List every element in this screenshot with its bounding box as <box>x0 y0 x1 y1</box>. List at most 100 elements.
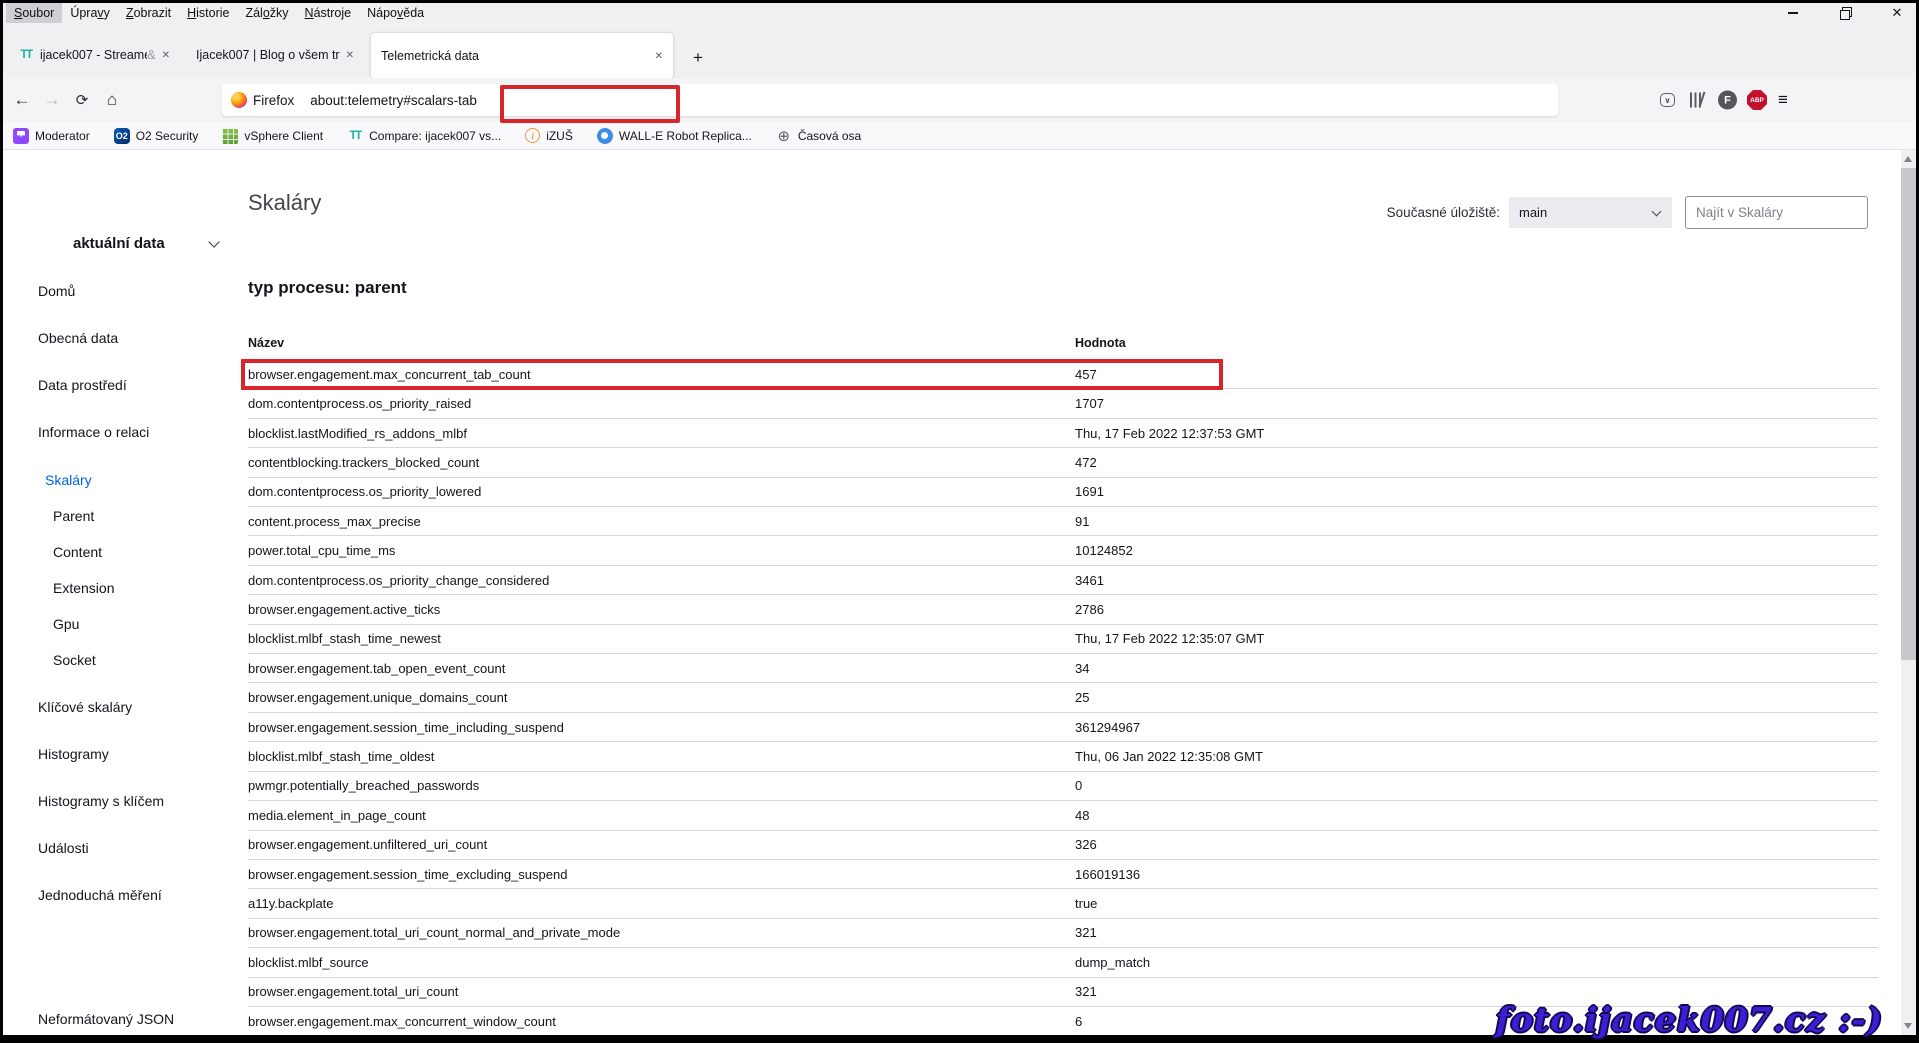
sidebar-item[interactable]: Neformátovaný JSON <box>0 1010 248 1028</box>
table-row: blocklist.mlbf_stash_time_oldest Thu, 06… <box>248 742 1878 771</box>
sidebar-item[interactable]: Extension <box>0 579 248 597</box>
search-input[interactable] <box>1685 196 1868 229</box>
sidebar-item[interactable]: Gpu <box>0 615 248 633</box>
menu-item[interactable]: Soubor <box>6 3 62 23</box>
table-row: blocklist.lastModified_rs_addons_mlbf Th… <box>248 419 1878 448</box>
scalar-name: dom.contentprocess.os_priority_lowered <box>248 484 1075 499</box>
scalar-value: 361294967 <box>1075 720 1878 735</box>
bookmark-item[interactable]: WALL-E Robot Replica... <box>597 128 752 144</box>
sidebar-item[interactable]: Parent <box>0 507 248 525</box>
back-icon[interactable]: ← <box>8 86 36 114</box>
hamburger-menu-icon[interactable]: ≡ <box>1778 90 1788 110</box>
scalar-value: 326 <box>1075 837 1878 852</box>
menu-bar: Soubor Úpravy Zobrazit Historie Záložky … <box>0 0 1919 26</box>
tab-label-truncated: & <box>147 48 155 62</box>
tt-icon: TT <box>347 128 363 144</box>
firefox-brand-chip: Firefox <box>231 92 294 108</box>
scalar-name: power.total_cpu_time_ms <box>248 543 1075 558</box>
globe-icon: ⊕ <box>776 128 792 144</box>
table-row: a11y.backplate true <box>248 889 1878 918</box>
table-row: browser.engagement.unfiltered_uri_count … <box>248 831 1878 860</box>
menu-item[interactable]: Úpravy <box>62 3 118 23</box>
info-icon: i <box>525 128 540 143</box>
sidebar-item[interactable]: Domů <box>0 282 248 300</box>
scalar-name: browser.engagement.tab_open_event_count <box>248 661 1075 676</box>
vertical-scrollbar[interactable] <box>1901 150 1916 1035</box>
frame-border <box>0 0 3 1043</box>
close-icon[interactable]: ✕ <box>1885 3 1909 23</box>
tab-close-icon[interactable]: ✕ <box>346 50 354 61</box>
tab-label: Telemetrická data <box>381 49 649 63</box>
menu-item[interactable]: Historie <box>179 3 237 23</box>
sidebar-item[interactable]: Histogramy <box>0 745 248 763</box>
scroll-down-icon[interactable] <box>1904 1023 1912 1029</box>
table-row: browser.engagement.unique_domains_count … <box>248 683 1878 712</box>
table-row: blocklist.mlbf_source dump_match <box>248 948 1878 977</box>
sidebar-item[interactable]: Obecná data <box>0 329 248 347</box>
sidebar-item[interactable]: Události <box>0 839 248 857</box>
scroll-up-icon[interactable] <box>1904 156 1912 162</box>
adblock-plus-icon[interactable]: ABP <box>1747 90 1767 110</box>
o2-icon: O2 <box>114 128 130 144</box>
menu-item[interactable]: Zobrazit <box>118 3 179 23</box>
sidebar-item[interactable]: Data prostředí <box>0 376 248 394</box>
forward-icon[interactable]: → <box>38 86 66 114</box>
minimize-icon[interactable] <box>1781 3 1805 23</box>
table-row: dom.contentprocess.os_priority_change_co… <box>248 566 1878 595</box>
frame-border <box>0 0 1919 3</box>
menu-item[interactable]: Nápověda <box>359 3 432 23</box>
library-icon[interactable] <box>1690 93 1703 108</box>
new-tab-button[interactable]: + <box>686 46 710 70</box>
scalar-value: 25 <box>1075 690 1878 705</box>
tab-telemetry-active[interactable]: Telemetrická data ✕ <box>370 32 674 80</box>
scalar-name: browser.engagement.session_time_excludin… <box>248 867 1075 882</box>
bookmark-label: vSphere Client <box>244 129 323 143</box>
reload-icon[interactable]: ⟳ <box>68 86 96 114</box>
tab-close-icon[interactable]: ✕ <box>655 51 663 62</box>
column-header-name: Název <box>248 336 1075 350</box>
tab-label: Ijacek007 | Blog o všem trochu jinak. <box>196 48 340 62</box>
sidebar-item[interactable]: Content <box>0 543 248 561</box>
url-text[interactable]: about:telemetry#scalars-tab <box>310 93 477 108</box>
pocket-icon[interactable]: ∨ <box>1660 93 1675 107</box>
tab-close-icon[interactable]: ✕ <box>162 50 170 61</box>
bookmark-label: Časová osa <box>798 129 861 143</box>
bookmark-item[interactable]: i iZUŠ <box>525 128 573 143</box>
tab-streamer-overview[interactable]: TT ijacek007 - Streamer Overview & ✕ <box>8 35 180 75</box>
sidebar-item[interactable]: Skaláry <box>0 471 248 489</box>
table-header-row: Název Hodnota <box>248 336 1878 360</box>
home-icon[interactable]: ⌂ <box>98 86 126 114</box>
tab-blog[interactable]: Ijacek007 | Blog o všem trochu jinak. ✕ <box>186 35 364 75</box>
sidebar-item[interactable]: Jednoduchá měření <box>0 886 248 904</box>
sidebar-item[interactable]: Informace o relaci <box>0 423 248 441</box>
scalar-name: dom.contentprocess.os_priority_change_co… <box>248 573 1075 588</box>
scrollbar-thumb[interactable] <box>1901 168 1916 660</box>
url-bar[interactable]: Firefox about:telemetry#scalars-tab ☆ <box>222 84 1558 116</box>
restore-icon[interactable] <box>1833 3 1857 23</box>
scalar-name: pwmgr.potentially_breached_passwords <box>248 778 1075 793</box>
scalar-value: 34 <box>1075 661 1878 676</box>
sidebar-item[interactable]: Histogramy s klíčem <box>0 792 248 810</box>
bookmark-item[interactable]: vSphere Client <box>222 128 323 144</box>
bookmark-label: iZUŠ <box>546 129 573 143</box>
sidebar-dataset-label: aktuální data <box>73 235 165 252</box>
sidebar-item[interactable]: Klíčové skaláry <box>0 698 248 716</box>
scalar-name: browser.engagement.total_uri_count_norma… <box>248 925 1075 940</box>
menu-item[interactable]: Nástroje <box>297 3 360 23</box>
bookmark-item[interactable]: Moderator <box>13 128 90 144</box>
menu-item[interactable]: Záložky <box>237 3 296 23</box>
bookmark-item[interactable]: ⊕ Časová osa <box>776 128 861 144</box>
extension-f-icon[interactable]: F <box>1718 91 1737 110</box>
walle-icon <box>597 128 613 144</box>
sidebar-dataset-selector[interactable]: aktuální data <box>0 235 248 253</box>
storage-select[interactable]: main <box>1509 197 1672 228</box>
table-row: browser.engagement.session_time_excludin… <box>248 860 1878 889</box>
tab-label: ijacek007 - Streamer Overview <box>40 48 147 62</box>
scalar-value: dump_match <box>1075 955 1878 970</box>
scalar-value: 1691 <box>1075 484 1878 499</box>
scalar-value: 10124852 <box>1075 543 1878 558</box>
bookmark-item[interactable]: TT Compare: ijacek007 vs... <box>347 128 501 144</box>
bookmark-item[interactable]: O2 O2 Security <box>114 128 199 144</box>
sidebar-item[interactable]: Socket <box>0 651 248 669</box>
scalar-name: blocklist.mlbf_source <box>248 955 1075 970</box>
